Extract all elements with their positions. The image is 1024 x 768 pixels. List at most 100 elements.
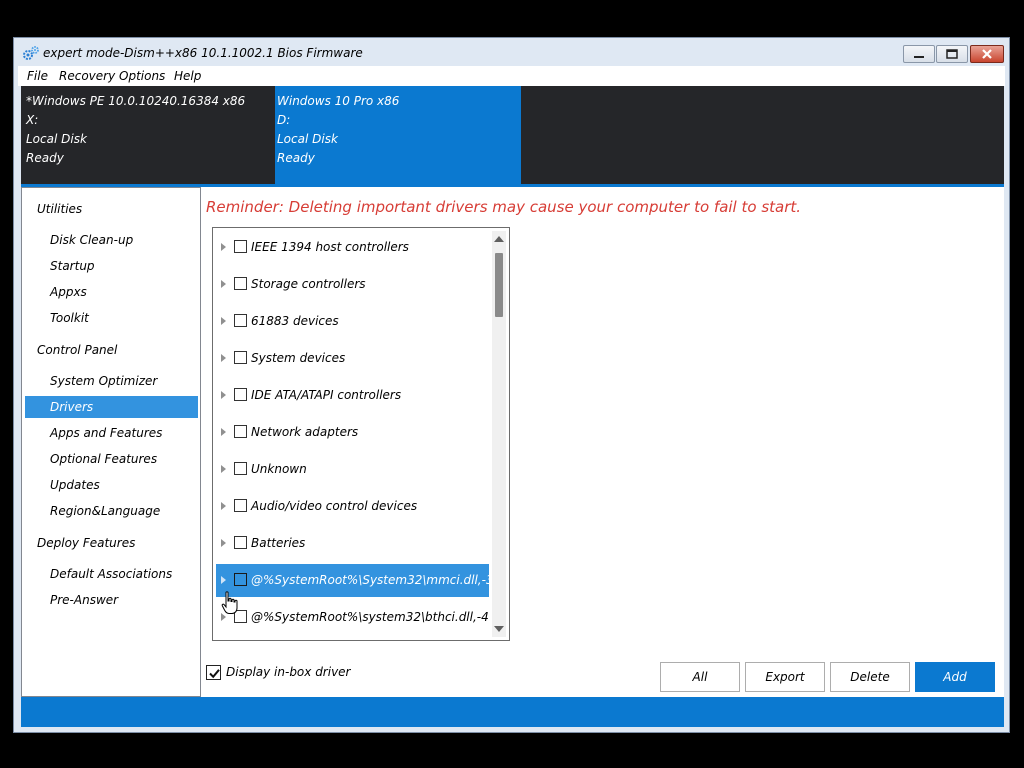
display-inbox-label: Display in-box driver — [226, 665, 351, 679]
image-disk: Local Disk — [277, 132, 338, 146]
driver-category-label: @%SystemRoot%\system32\bthci.dll,-4001 — [251, 610, 489, 624]
sidebar-item-apps-features[interactable]: Apps and Features — [25, 422, 198, 444]
image-status: Ready — [26, 151, 64, 165]
add-button[interactable]: Add — [915, 662, 995, 692]
menu-recovery[interactable]: Recovery — [59, 69, 115, 83]
driver-category-checkbox[interactable] — [234, 240, 247, 253]
sidebar-item-appxs[interactable]: Appxs — [25, 281, 198, 303]
all-button[interactable]: All — [660, 662, 740, 692]
expand-arrow-icon[interactable] — [221, 576, 226, 584]
driver-category-row[interactable]: Storage controllers — [216, 268, 489, 301]
sidebar-group-deploy-features[interactable]: Deploy Features — [37, 536, 135, 550]
image-name: Windows 10 Pro x86 — [277, 94, 400, 108]
driver-category-row[interactable]: @%SystemRoot%\system32\bthci.dll,-4001 — [216, 601, 489, 634]
expand-arrow-icon[interactable] — [221, 539, 226, 547]
expand-arrow-icon[interactable] — [221, 354, 226, 362]
close-button[interactable] — [970, 45, 1004, 63]
driver-category-row[interactable]: Batteries — [216, 527, 489, 560]
driver-category-checkbox[interactable] — [234, 499, 247, 512]
expand-arrow-icon[interactable] — [221, 428, 226, 436]
sidebar-group-utilities[interactable]: Utilities — [37, 202, 82, 216]
expand-arrow-icon[interactable] — [221, 502, 226, 510]
vertical-scrollbar[interactable] — [492, 231, 506, 637]
driver-category-label: IEEE 1394 host controllers — [251, 240, 409, 254]
minimize-icon — [914, 56, 924, 58]
sidebar: Utilities Disk Clean-up Startup Appxs To… — [21, 187, 201, 697]
driver-category-checkbox[interactable] — [234, 462, 247, 475]
maximize-icon — [946, 49, 958, 59]
display-inbox-checkbox[interactable] — [206, 665, 221, 680]
scroll-up-icon[interactable] — [494, 236, 504, 242]
status-bar — [21, 697, 1004, 727]
sidebar-item-system-optimizer[interactable]: System Optimizer — [25, 370, 198, 392]
driver-category-label: System devices — [251, 351, 346, 365]
scroll-thumb[interactable] — [495, 253, 503, 317]
menu-help[interactable]: Help — [174, 69, 201, 83]
hand-cursor-icon — [221, 591, 238, 614]
window-title: expert mode-Dism++x86 10.1.1002.1 Bios F… — [43, 46, 363, 60]
sidebar-item-drivers[interactable]: Drivers — [25, 396, 198, 418]
sidebar-item-updates[interactable]: Updates — [25, 474, 198, 496]
driver-category-checkbox[interactable] — [234, 573, 247, 586]
driver-tree-viewport: IEEE 1394 host controllers Storage contro… — [216, 231, 489, 637]
driver-category-label: IDE ATA/ATAPI controllers — [251, 388, 402, 402]
driver-category-checkbox[interactable] — [234, 388, 247, 401]
menu-file[interactable]: File — [27, 69, 48, 83]
export-button[interactable]: Export — [745, 662, 825, 692]
driver-category-label: Audio/video control devices — [251, 499, 418, 513]
reminder-text: Reminder: Deleting important drivers may… — [206, 198, 802, 216]
expand-arrow-icon[interactable] — [221, 465, 226, 473]
main-window: expert mode-Dism++x86 10.1.1002.1 Bios F… — [13, 37, 1010, 733]
driver-category-row[interactable]: 61883 devices — [216, 305, 489, 338]
minimize-button[interactable] — [903, 45, 935, 63]
sidebar-item-pre-answer[interactable]: Pre-Answer — [25, 589, 198, 611]
driver-category-row[interactable]: Unknown — [216, 453, 489, 486]
driver-category-checkbox[interactable] — [234, 277, 247, 290]
checkmark-icon — [209, 669, 220, 679]
sidebar-item-startup[interactable]: Startup — [25, 255, 198, 277]
image-drive: X: — [26, 113, 39, 127]
menu-options[interactable]: Options — [119, 69, 165, 83]
sidebar-item-disk-cleanup[interactable]: Disk Clean-up — [25, 229, 198, 251]
driver-category-label: 61883 devices — [251, 314, 339, 328]
driver-category-label: Batteries — [251, 536, 306, 550]
image-name: *Windows PE 10.0.10240.16384 x86 — [26, 94, 246, 108]
sidebar-item-region-language[interactable]: Region&Language — [25, 500, 198, 522]
image-drive: D: — [277, 113, 291, 127]
sidebar-group-control-panel[interactable]: Control Panel — [37, 343, 117, 357]
driver-category-row[interactable]: @%SystemRoot%\System32\mmci.dll,-3000 — [216, 564, 489, 597]
driver-category-label: Storage controllers — [251, 277, 366, 291]
driver-category-row[interactable]: Network adapters — [216, 416, 489, 449]
close-icon — [982, 49, 992, 59]
driver-category-row[interactable]: IEEE 1394 host controllers — [216, 231, 489, 264]
image-card-win10[interactable]: Windows 10 Pro x86 D: Local Disk Ready — [275, 86, 521, 184]
image-disk: Local Disk — [26, 132, 87, 146]
maximize-button[interactable] — [936, 45, 968, 63]
scroll-down-icon[interactable] — [494, 626, 504, 632]
sidebar-item-toolkit[interactable]: Toolkit — [25, 307, 198, 329]
menu-bar: File Recovery Options Help — [18, 66, 1005, 86]
driver-category-checkbox[interactable] — [234, 351, 247, 364]
delete-button[interactable]: Delete — [830, 662, 910, 692]
driver-tree: IEEE 1394 host controllers Storage contro… — [212, 227, 510, 641]
driver-category-label: Network adapters — [251, 425, 359, 439]
driver-category-row[interactable]: Audio/video control devices — [216, 490, 489, 523]
image-selector-bar: *Windows PE 10.0.10240.16384 x86 X: Loca… — [21, 86, 1004, 184]
driver-category-label: Unknown — [251, 462, 307, 476]
sidebar-item-optional-features[interactable]: Optional Features — [25, 448, 198, 470]
driver-category-label: @%SystemRoot%\System32\mmci.dll,-3000 — [251, 573, 489, 587]
gears-icon — [23, 46, 39, 60]
expand-arrow-icon[interactable] — [221, 391, 226, 399]
driver-category-checkbox[interactable] — [234, 536, 247, 549]
expand-arrow-icon[interactable] — [221, 243, 226, 251]
content-area: Utilities Disk Clean-up Startup Appxs To… — [21, 187, 1004, 697]
driver-category-row[interactable]: System devices — [216, 342, 489, 375]
driver-category-checkbox[interactable] — [234, 314, 247, 327]
expand-arrow-icon[interactable] — [221, 280, 226, 288]
driver-category-row[interactable]: IDE ATA/ATAPI controllers — [216, 379, 489, 412]
driver-category-checkbox[interactable] — [234, 425, 247, 438]
sidebar-item-default-associations[interactable]: Default Associations — [25, 563, 198, 585]
image-card-winpe[interactable]: *Windows PE 10.0.10240.16384 x86 X: Loca… — [21, 86, 271, 184]
expand-arrow-icon[interactable] — [221, 317, 226, 325]
title-bar[interactable]: expert mode-Dism++x86 10.1.1002.1 Bios F… — [14, 38, 1009, 66]
